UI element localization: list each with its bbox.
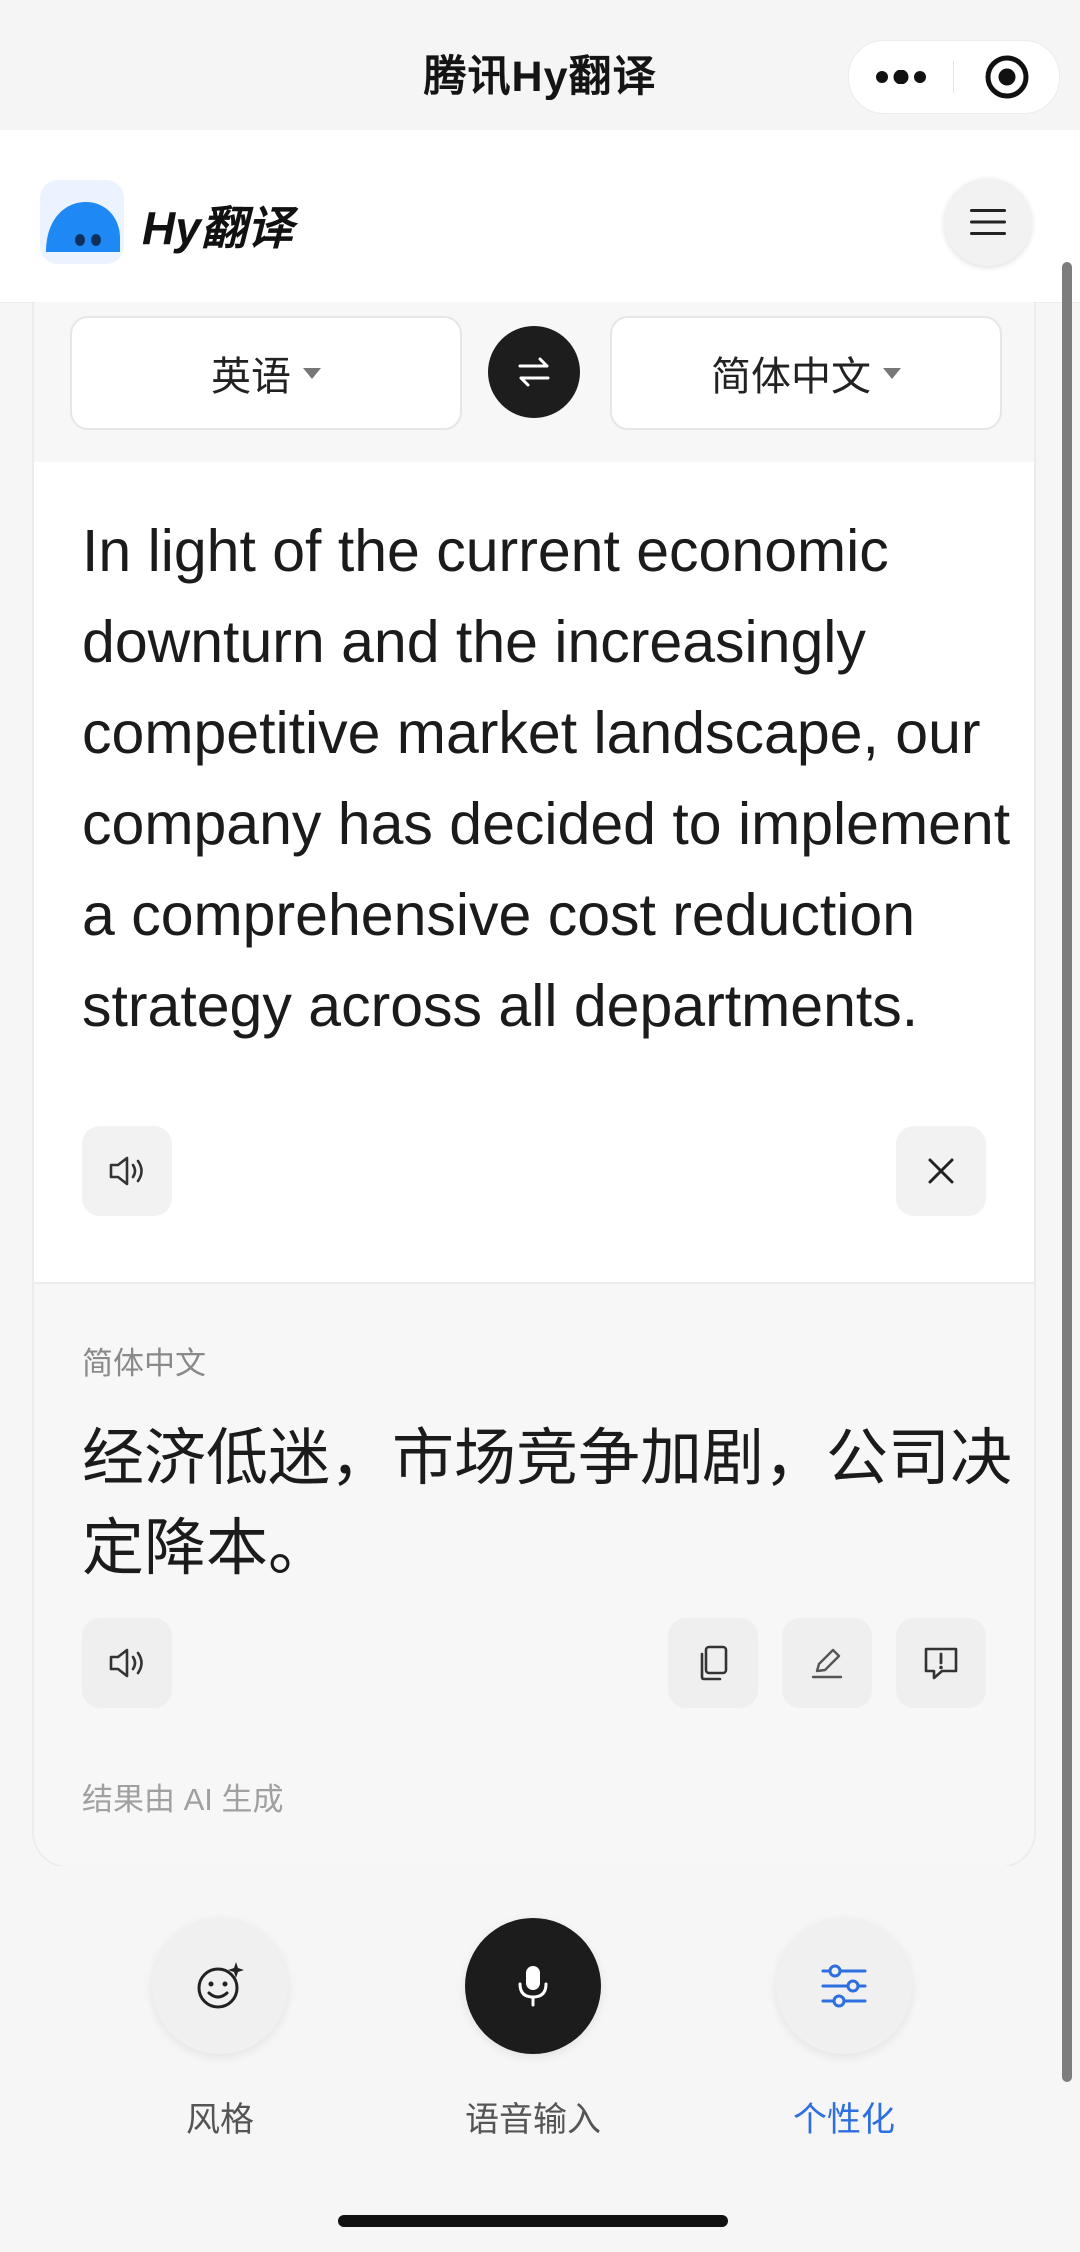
- app-header: Hy翻译: [0, 130, 1080, 303]
- source-language-selector[interactable]: 英语: [70, 316, 462, 430]
- style-label: 风格: [186, 2101, 254, 2139]
- chevron-down-icon: [303, 367, 321, 379]
- mini-program-header: 腾讯Hy翻译: [0, 0, 1080, 130]
- translation-result-area: 简体中文 经济低迷，市场竞争加剧，公司决定降本。 结果由 AI 生成: [34, 1282, 1034, 1866]
- microphone-icon[interactable]: [465, 1918, 601, 2054]
- target-language-label: 简体中文: [711, 355, 871, 399]
- voice-input-button[interactable]: 语音输入: [433, 1918, 633, 2141]
- scrollbar[interactable]: [1062, 262, 1072, 2082]
- smile-sparkle-icon[interactable]: [152, 1918, 288, 2054]
- edit-icon[interactable]: [782, 1618, 872, 1708]
- close-icon[interactable]: [896, 1126, 986, 1216]
- swap-arrows-icon[interactable]: [488, 326, 580, 418]
- source-text[interactable]: In light of the current economic downtur…: [82, 506, 1022, 1052]
- language-bar: 英语 简体中文: [34, 302, 1034, 464]
- voice-input-label: 语音输入: [465, 2101, 601, 2139]
- target-language-selector[interactable]: 简体中文: [610, 316, 1002, 430]
- ai-generated-note: 结果由 AI 生成: [82, 1782, 284, 1817]
- brand-name: Hy翻译: [142, 202, 293, 254]
- capsule-menu: [848, 40, 1060, 114]
- chevron-down-icon: [883, 367, 901, 379]
- source-input-area[interactable]: In light of the current economic downtur…: [34, 462, 1034, 1282]
- bottom-action-bar: 风格 语音输入 个性化: [0, 1866, 1080, 2252]
- hamburger-menu-icon[interactable]: [944, 178, 1032, 266]
- more-dots-icon[interactable]: [849, 41, 953, 113]
- personalize-button[interactable]: 个性化: [744, 1918, 944, 2141]
- app-logo: [40, 180, 124, 264]
- speaker-icon[interactable]: [82, 1126, 172, 1216]
- source-language-label: 英语: [211, 355, 291, 399]
- sliders-icon[interactable]: [776, 1918, 912, 2054]
- feedback-icon[interactable]: [896, 1618, 986, 1708]
- copy-icon[interactable]: [668, 1618, 758, 1708]
- personalize-label: 个性化: [793, 2101, 895, 2139]
- translation-card: 英语 简体中文 In light of the current economic…: [32, 302, 1036, 1868]
- target-circle-icon[interactable]: [954, 41, 1059, 113]
- speaker-icon[interactable]: [82, 1618, 172, 1708]
- result-language-label: 简体中文: [82, 1346, 206, 1381]
- translation-text: 经济低迷，市场竞争加剧，公司决定降本。: [82, 1424, 1013, 1583]
- home-indicator: [338, 2215, 728, 2227]
- style-button[interactable]: 风格: [120, 1918, 320, 2141]
